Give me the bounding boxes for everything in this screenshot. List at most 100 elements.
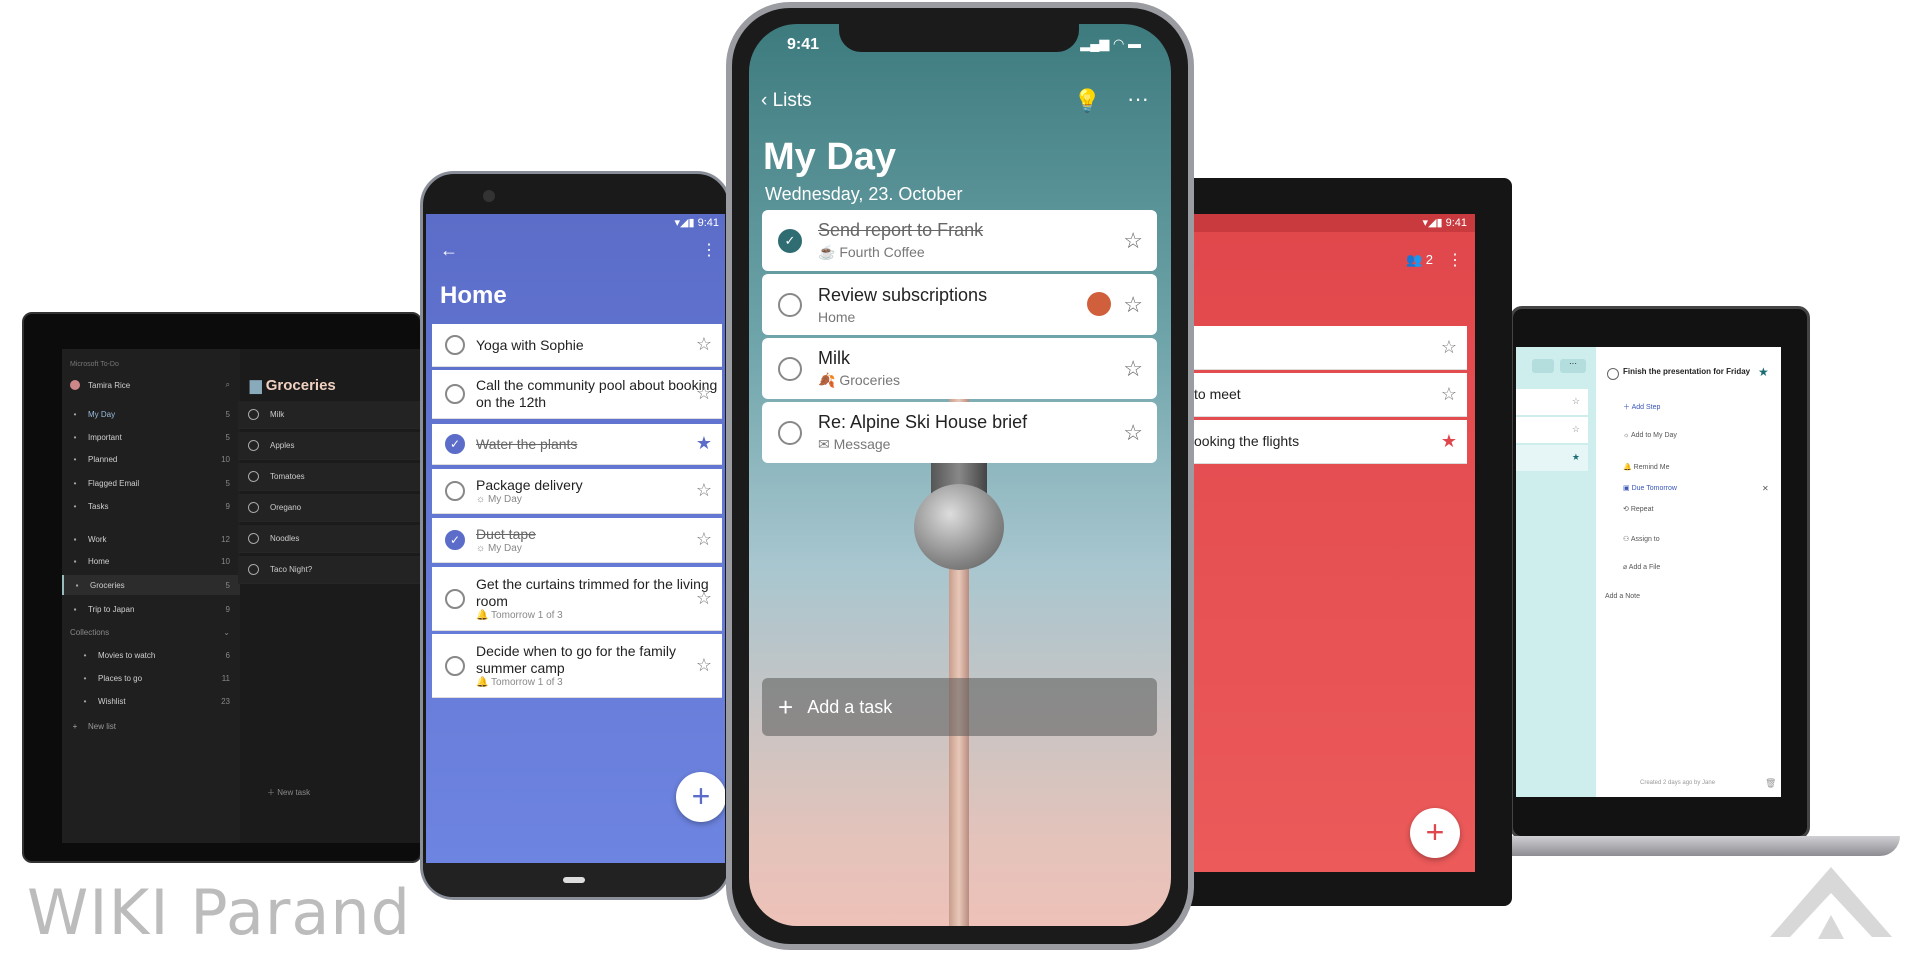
checkbox[interactable]: ✓ (778, 228, 802, 253)
star-icon[interactable]: ★ (696, 433, 712, 454)
more-icon[interactable]: ⋮ (701, 240, 717, 260)
sidebar-item[interactable]: • Tasks 9 (62, 496, 240, 516)
task-card[interactable]: Re: Alpine Ski House brief ✉ Message ☆ (762, 402, 1157, 463)
checkbox[interactable] (248, 471, 259, 482)
sidebar-item[interactable]: • Flagged Email 5 (62, 473, 240, 493)
new-list-button[interactable]: + New list (62, 716, 240, 736)
task-row[interactable]: ooking the flights ★ (1194, 420, 1467, 464)
shared-members[interactable]: 👥 2 (1406, 252, 1433, 268)
task-row[interactable]: ☆ (1194, 326, 1467, 370)
lightbulb-icon[interactable]: 💡 (1074, 88, 1101, 114)
checkbox[interactable] (248, 502, 259, 513)
sidebar-item[interactable]: • Planned 10 (62, 449, 240, 469)
star-icon[interactable]: ☆ (1123, 420, 1143, 446)
back-arrow-icon[interactable]: ← (440, 240, 458, 261)
user-profile[interactable]: Tamira Rice ⌕ (62, 375, 240, 395)
star-icon[interactable]: ☆ (1441, 384, 1457, 405)
list-item-selected[interactable]: ★ (1516, 445, 1588, 471)
left-laptop: Microsoft To-Do Tamira Rice ⌕ • My Day 5 • Im… (22, 312, 422, 863)
sidebar-item[interactable]: • My Day 5 (62, 404, 240, 424)
task-row[interactable]: Milk (238, 401, 420, 429)
due-date-button[interactable]: ▣ Due Tomorrow (1623, 484, 1677, 492)
more-icon[interactable]: ⋮ (1447, 250, 1463, 270)
collection-item[interactable]: • Movies to watch 6 (62, 645, 240, 665)
task-row[interactable]: ✓ Water the plants ★ (432, 424, 722, 465)
home-pill[interactable] (563, 877, 585, 883)
star-icon[interactable]: ☆ (696, 480, 712, 501)
trash-icon[interactable]: 🗑 (1765, 778, 1776, 789)
task-card[interactable]: Milk 🍂 Groceries ☆ (762, 338, 1157, 399)
task-row[interactable]: Taco Night? (238, 556, 420, 584)
add-task-fab[interactable]: + (1410, 808, 1460, 858)
task-row[interactable]: Call the community pool about booking on… (432, 370, 722, 419)
star-icon[interactable]: ☆ (696, 383, 712, 404)
checkbox[interactable]: ✓ (445, 530, 465, 550)
checkbox[interactable] (248, 440, 259, 451)
collections-group[interactable]: Collections ⌄ (62, 622, 240, 642)
sidebar-item[interactable]: • Important 5 (62, 427, 240, 447)
star-icon[interactable]: ☆ (1123, 228, 1143, 254)
iphone-screen: 9:41 ▂▄▆ ◠ ▬ ‹ Lists 💡 ··· My Day Wednes… (749, 24, 1171, 926)
remind-me-button[interactable]: 🔔 Remind Me (1623, 463, 1669, 471)
sidebar-list[interactable]: ▪ Home 10 (62, 551, 240, 571)
checkbox[interactable] (778, 292, 802, 317)
checkbox[interactable] (445, 655, 465, 676)
add-step-button[interactable]: ＋ Add Step (1623, 402, 1660, 412)
task-card[interactable]: Review subscriptions Home ☆ (762, 274, 1157, 335)
sidebar-list[interactable]: ▪ Work 12 (62, 529, 240, 549)
task-card[interactable]: ✓ Send report to Frank ☕ Fourth Coffee ☆ (762, 210, 1157, 271)
checkbox[interactable] (778, 420, 802, 445)
assign-button[interactable]: ⚇ Assign to (1623, 535, 1660, 543)
task-row[interactable]: to meet ☆ (1194, 373, 1467, 417)
new-task-button[interactable]: ＋ New task (267, 787, 310, 798)
more-icon[interactable]: ··· (1127, 86, 1149, 112)
task-row[interactable]: Tomatoes (238, 463, 420, 491)
checkbox[interactable] (248, 533, 259, 544)
task-row[interactable]: Yoga with Sophie ☆ (432, 324, 722, 367)
list-icon: ▪ (75, 580, 79, 590)
checkbox[interactable] (445, 588, 465, 609)
add-task-input[interactable]: + Add a task (762, 678, 1157, 736)
star-icon[interactable]: ☆ (696, 334, 712, 355)
back-button[interactable]: ‹ Lists (761, 90, 812, 112)
list-item[interactable]: ☆ (1516, 417, 1588, 443)
add-to-my-day-button[interactable]: ☼ Add to My Day (1623, 432, 1677, 439)
task-row[interactable]: Decide when to go for the family summer … (432, 634, 722, 698)
sidebar-list[interactable]: ▪ Trip to Japan 9 (62, 599, 240, 619)
sidebar-list[interactable]: ▪ Groceries 5 (62, 575, 240, 595)
star-icon[interactable]: ☆ (696, 529, 712, 550)
more-button[interactable]: ··· (1560, 359, 1586, 373)
task-row[interactable]: ✓ Duct tape ☼ My Day ☆ (432, 518, 722, 563)
checkbox[interactable] (248, 409, 259, 420)
star-icon[interactable]: ☆ (1441, 337, 1457, 358)
star-icon[interactable]: ★ (1441, 431, 1457, 452)
star-icon[interactable]: ★ (1758, 365, 1769, 379)
task-row[interactable]: Package delivery ☼ My Day ☆ (432, 469, 722, 514)
task-row[interactable]: Apples (238, 432, 420, 460)
add-file-button[interactable]: ⌀ Add a File (1623, 563, 1660, 571)
checkbox[interactable] (445, 481, 465, 501)
collection-item[interactable]: • Places to go 11 (62, 668, 240, 688)
checkbox[interactable]: ✓ (445, 434, 465, 454)
collection-item[interactable]: • Wishlist 23 (62, 691, 240, 711)
search-icon[interactable]: ⌕ (226, 380, 230, 390)
checkbox[interactable] (248, 564, 259, 575)
list-item[interactable]: ☆ (1516, 389, 1588, 415)
checkbox[interactable] (445, 384, 465, 404)
checkbox[interactable] (445, 335, 465, 355)
task-row[interactable]: Noodles (238, 525, 420, 553)
star-icon[interactable]: ☆ (696, 588, 712, 609)
star-icon[interactable]: ☆ (1123, 292, 1143, 318)
add-note-field[interactable]: Add a Note (1605, 593, 1640, 600)
share-button[interactable] (1532, 359, 1554, 373)
star-icon[interactable]: ☆ (696, 655, 712, 676)
add-task-fab[interactable]: + (676, 772, 725, 822)
star-icon[interactable]: ☆ (1123, 356, 1143, 382)
repeat-button[interactable]: ⟲ Repeat (1623, 505, 1653, 513)
checkbox[interactable] (778, 356, 802, 381)
task-row[interactable]: Get the curtains trimmed for the living … (432, 567, 722, 631)
chevron-down-icon[interactable]: ⌄ (223, 628, 230, 637)
clear-due-icon[interactable]: ✕ (1762, 484, 1769, 493)
complete-checkbox[interactable] (1607, 368, 1619, 380)
task-row[interactable]: Oregano (238, 494, 420, 522)
